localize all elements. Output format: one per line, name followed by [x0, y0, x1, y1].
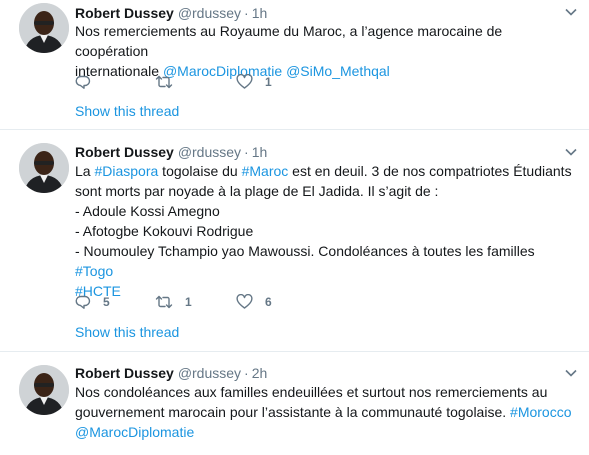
- retweet-icon: [155, 75, 173, 89]
- tweet-text-segment: - Afotogbe Kokouvi Rodrigue: [75, 223, 254, 239]
- author-name[interactable]: Robert Dussey: [75, 365, 174, 381]
- tweet-header: Robert Dussey @rdussey · 1h: [75, 143, 267, 161]
- like-count: 1: [265, 75, 272, 89]
- heart-icon: [236, 74, 253, 89]
- tweet[interactable]: Robert Dussey @rdussey · 2h Nos condoléance…: [0, 352, 589, 455]
- tweet-text: La #Diaspora togolaise du #Maroc est en …: [75, 161, 575, 301]
- reply-button[interactable]: [75, 74, 103, 90]
- author-name[interactable]: Robert Dussey: [75, 144, 174, 160]
- tweet-text-segment: La: [75, 163, 95, 179]
- hashtag-link[interactable]: #Morocco: [510, 404, 571, 420]
- tweet-text-segment: gouvernement marocain pour l’assistante …: [75, 404, 511, 420]
- mention-link[interactable]: @MarocDiplomatie: [75, 424, 194, 440]
- reply-count: 5: [103, 295, 110, 309]
- show-thread-link[interactable]: Show this thread: [75, 103, 179, 119]
- tweet-text-segment: Nos condoléances aux familles endeuillée…: [75, 384, 548, 400]
- like-button[interactable]: 6: [236, 294, 272, 310]
- tweet-text-line: - Afotogbe Kokouvi Rodrigue: [75, 221, 575, 241]
- show-thread-link[interactable]: Show this thread: [75, 324, 179, 340]
- timestamp[interactable]: 2h: [252, 365, 268, 381]
- tweet-text-line: Nos condoléances aux familles endeuillée…: [75, 382, 575, 402]
- retweet-button[interactable]: [155, 74, 185, 90]
- tweet-text-line: @MarocDiplomatie: [75, 422, 575, 442]
- retweet-button[interactable]: 1: [155, 294, 192, 310]
- tweet-text-segment: togolaise du: [158, 163, 242, 179]
- retweet-count: 1: [185, 295, 192, 309]
- tweet-header: Robert Dussey @rdussey · 2h: [75, 364, 267, 382]
- tweet-text: Nos remerciements au Royaume du Maroc, a…: [75, 21, 575, 81]
- tweet-text-segment: sont morts par noyade à la plage de El J…: [75, 183, 439, 199]
- tweet-text-segment: Nos remerciements au Royaume du Maroc, a…: [75, 23, 503, 59]
- retweet-icon: [155, 295, 173, 309]
- author-name[interactable]: Robert Dussey: [75, 5, 174, 21]
- hashtag-link[interactable]: #Togo: [75, 263, 113, 279]
- timestamp[interactable]: 1h: [252, 5, 268, 21]
- avatar[interactable]: [19, 3, 69, 53]
- tweet-text-segment: - Adoule Kossi Amegno: [75, 203, 220, 219]
- tweet-text-line: - Noumouley Tchampio yao Mawoussi. Condo…: [75, 241, 575, 281]
- tweet-text-segment: est en deuil. 3 de nos compatriotes Étud…: [288, 163, 572, 179]
- reply-button[interactable]: 5: [75, 294, 110, 310]
- tweet[interactable]: Robert Dussey @rdussey · 1h Nos remerciemen…: [0, 0, 589, 130]
- tweet-text: Nos condoléances aux familles endeuillée…: [75, 382, 575, 442]
- chevron-down-icon[interactable]: [564, 366, 578, 380]
- tweet[interactable]: Robert Dussey @rdussey · 1h La #Diaspora to…: [0, 130, 589, 352]
- tweet-header: Robert Dussey @rdussey · 1h: [75, 4, 267, 22]
- reply-icon: [75, 295, 91, 309]
- reply-icon: [75, 75, 91, 89]
- author-handle[interactable]: @rdussey: [178, 5, 241, 21]
- author-handle[interactable]: @rdussey: [178, 144, 241, 160]
- timestamp[interactable]: 1h: [252, 144, 268, 160]
- author-handle[interactable]: @rdussey: [178, 365, 241, 381]
- tweet-actions: 5 1 6: [75, 294, 375, 314]
- tweet-text-line: Nos remerciements au Royaume du Maroc, a…: [75, 21, 575, 61]
- tweet-text-line: - Adoule Kossi Amegno: [75, 201, 575, 221]
- avatar[interactable]: [19, 365, 69, 415]
- separator-dot: ·: [244, 365, 249, 381]
- chevron-down-icon[interactable]: [564, 5, 578, 19]
- tweet-text-line: sont morts par noyade à la plage de El J…: [75, 181, 575, 201]
- heart-icon: [236, 294, 253, 309]
- tweet-text-line: gouvernement marocain pour l’assistante …: [75, 402, 575, 422]
- tweet-actions: 1: [75, 74, 375, 94]
- separator-dot: ·: [244, 5, 249, 21]
- separator-dot: ·: [244, 144, 249, 160]
- hashtag-link[interactable]: #Maroc: [242, 163, 289, 179]
- hashtag-link[interactable]: #Diaspora: [94, 163, 158, 179]
- like-count: 6: [265, 295, 272, 309]
- tweet-text-segment: - Noumouley Tchampio yao Mawoussi. Condo…: [75, 243, 535, 259]
- chevron-down-icon[interactable]: [564, 145, 578, 159]
- avatar[interactable]: [19, 143, 69, 193]
- tweet-text-line: La #Diaspora togolaise du #Maroc est en …: [75, 161, 575, 181]
- like-button[interactable]: 1: [236, 74, 272, 90]
